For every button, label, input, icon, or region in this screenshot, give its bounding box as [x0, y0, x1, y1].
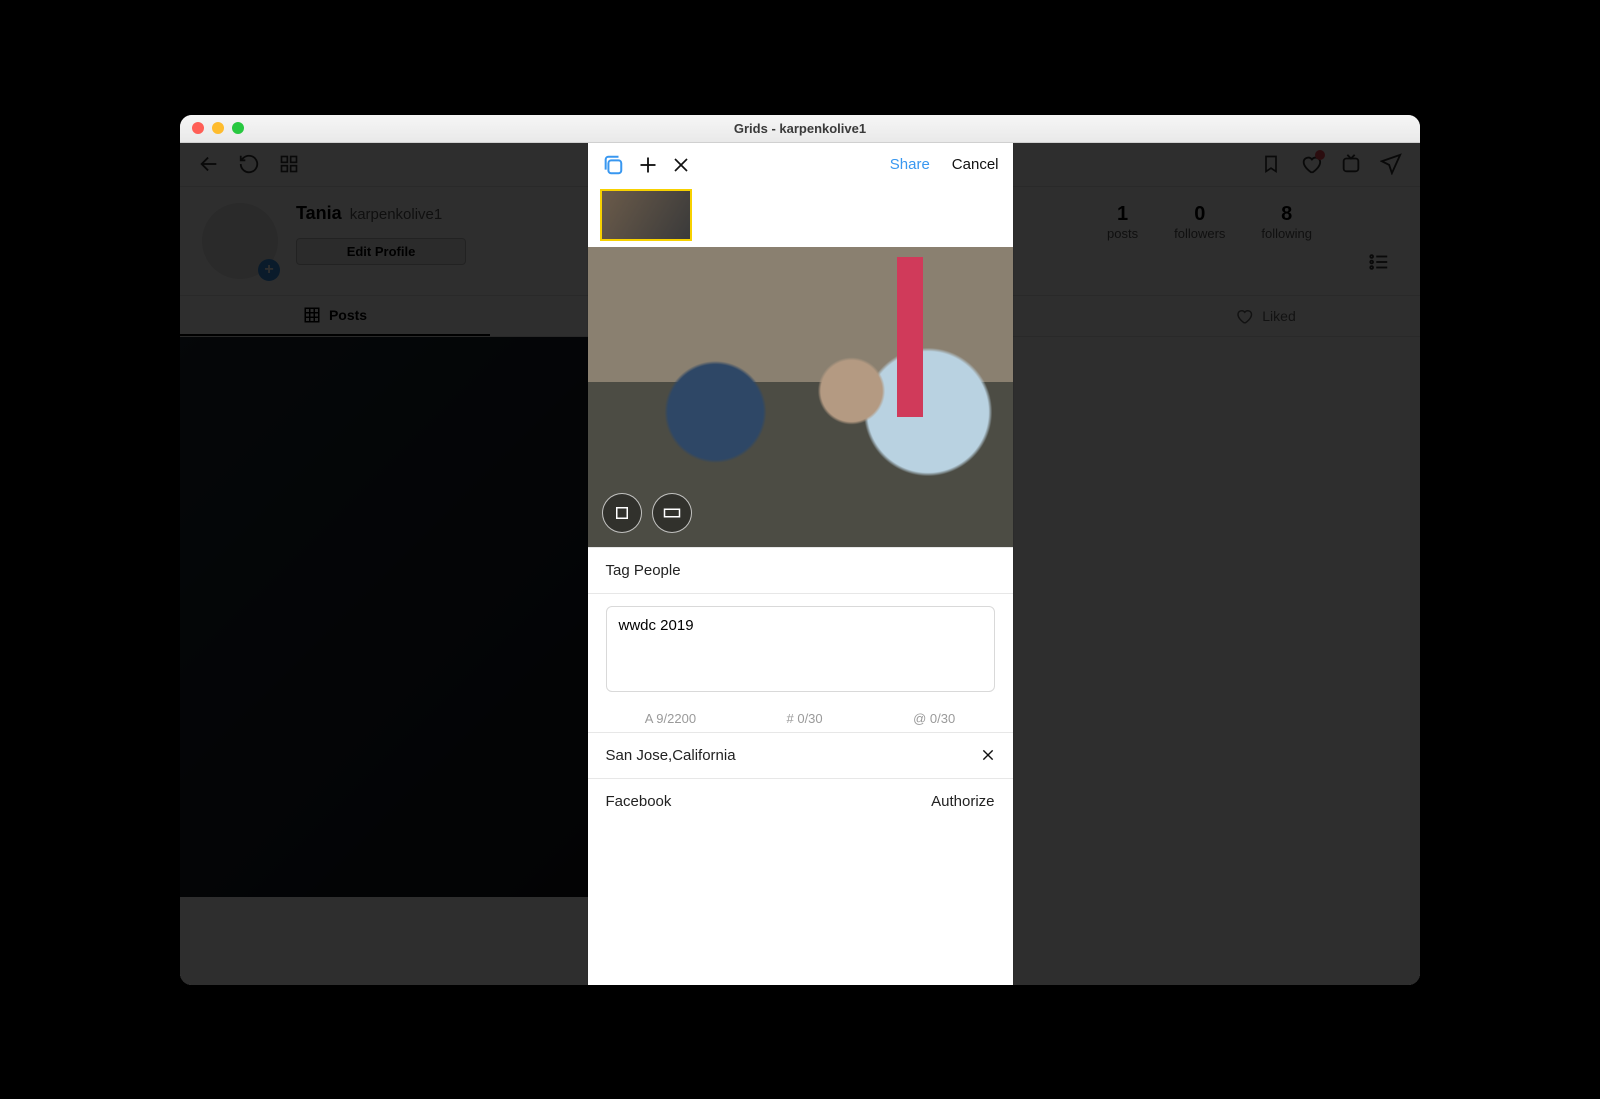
modal-overlay: Share Cancel — [180, 143, 1420, 985]
window-titlebar: Grids - karpenkolive1 — [180, 115, 1420, 143]
caption-counters: A 9/2200 # 0/30 @ 0/30 — [588, 703, 1013, 732]
carousel-icon[interactable] — [602, 154, 624, 176]
app-window: Grids - karpenkolive1 — [180, 115, 1420, 985]
hashtag-counter: # 0/30 — [787, 711, 823, 726]
caption-section — [588, 593, 1013, 703]
facebook-label: Facebook — [606, 793, 672, 810]
media-thumbnail[interactable] — [600, 189, 692, 241]
caption-input[interactable] — [606, 606, 995, 692]
window-close-button[interactable] — [192, 122, 204, 134]
app-body: + Tania karpenkolive1 Edit Profile 1 pos… — [180, 143, 1420, 985]
aspect-wide-button[interactable] — [652, 493, 692, 533]
char-counter: A 9/2200 — [645, 711, 696, 726]
facebook-row[interactable]: Facebook Authorize — [588, 778, 1013, 824]
location-value: San Jose,California — [606, 747, 736, 764]
cancel-button[interactable]: Cancel — [952, 156, 999, 173]
composer-header: Share Cancel — [588, 143, 1013, 187]
window-title: Grids - karpenkolive1 — [180, 121, 1420, 136]
tag-people-label: Tag People — [606, 562, 681, 579]
remove-media-button[interactable] — [672, 156, 690, 174]
aspect-square-button[interactable] — [602, 493, 642, 533]
tag-people-row[interactable]: Tag People — [588, 547, 1013, 593]
mention-counter: @ 0/30 — [913, 711, 955, 726]
image-banner — [897, 257, 923, 417]
window-minimize-button[interactable] — [212, 122, 224, 134]
thumbnail-strip — [588, 187, 1013, 247]
window-controls — [180, 122, 244, 134]
window-zoom-button[interactable] — [232, 122, 244, 134]
composer-modal: Share Cancel — [588, 143, 1013, 985]
facebook-authorize-button[interactable]: Authorize — [931, 793, 994, 810]
media-preview[interactable] — [588, 247, 1013, 547]
add-media-button[interactable] — [638, 155, 658, 175]
share-button[interactable]: Share — [890, 156, 930, 173]
location-row[interactable]: San Jose,California — [588, 732, 1013, 778]
clear-location-button[interactable] — [981, 748, 995, 762]
